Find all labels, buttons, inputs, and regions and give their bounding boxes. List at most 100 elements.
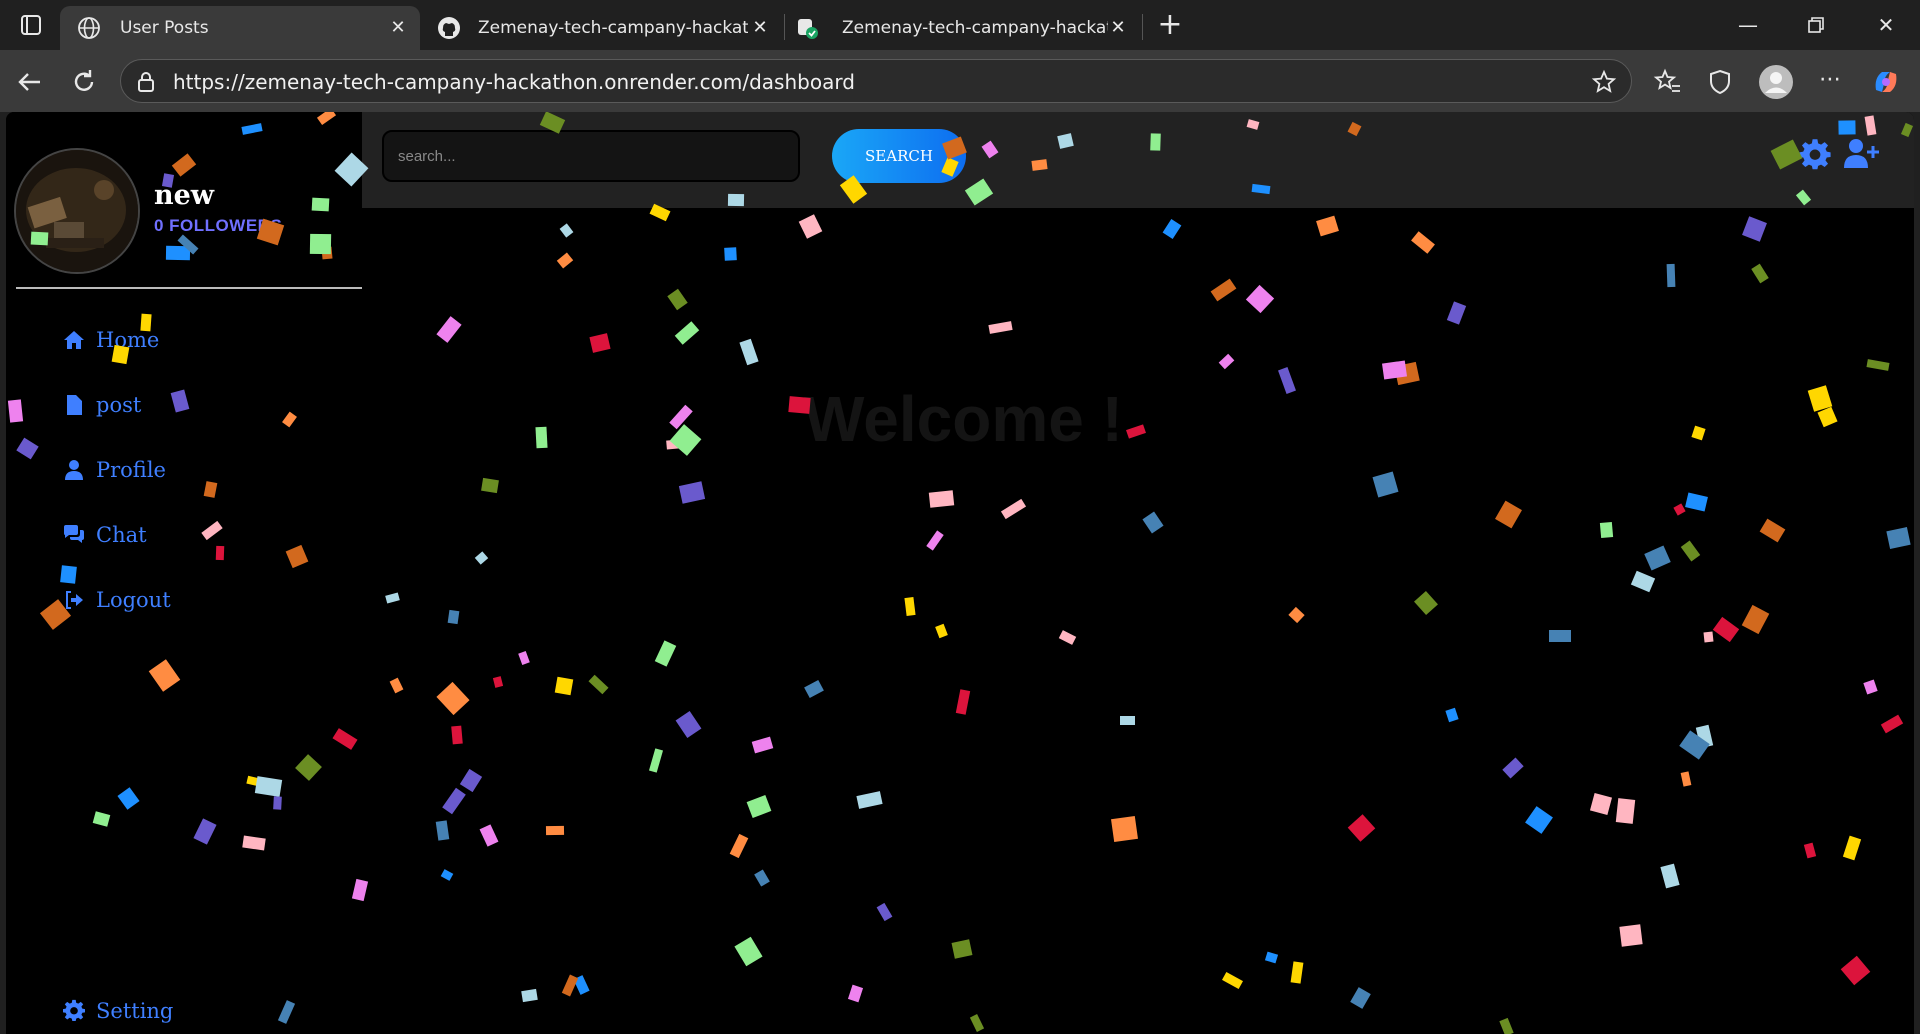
confetti-piece — [669, 424, 702, 456]
confetti-piece — [1880, 714, 1904, 734]
sidebar-item-post[interactable]: post — [62, 393, 141, 417]
restore-icon[interactable] — [1796, 8, 1836, 42]
confetti-piece — [856, 791, 883, 809]
confetti-piece — [1660, 863, 1680, 889]
confetti-piece — [1058, 630, 1077, 645]
confetti-piece — [521, 988, 538, 1003]
confetti-piece — [589, 333, 611, 353]
confetti-piece — [804, 679, 824, 699]
confetti-piece — [479, 824, 499, 847]
confetti-piece — [556, 252, 574, 269]
confetti-piece — [535, 426, 548, 449]
sidebar-item-profile[interactable]: Profile — [62, 458, 166, 482]
confetti-piece — [436, 316, 462, 343]
confetti-piece — [1866, 359, 1890, 371]
gear-icon[interactable] — [1798, 138, 1832, 172]
confetti-piece — [492, 676, 504, 688]
favorites-icon[interactable] — [1650, 64, 1686, 100]
more-options-icon[interactable]: ⋯ — [1812, 64, 1848, 100]
confetti-piece — [1703, 631, 1714, 643]
new-tab-icon[interactable]: + — [1150, 8, 1190, 42]
confetti-piece — [440, 869, 454, 881]
confetti-piece — [1495, 500, 1522, 529]
sidebar-item-label: Profile — [96, 458, 166, 482]
sidebar-item-setting[interactable]: Setting — [62, 999, 173, 1023]
tab-github[interactable]: Zemenay-tech-campany-hackath ✕ — [426, 6, 782, 50]
confetti-piece — [518, 650, 530, 666]
confetti-piece — [1411, 231, 1435, 254]
followers-count: 0 FOLLOWERS — [154, 216, 283, 235]
back-icon[interactable] — [12, 64, 48, 100]
user-icon — [65, 460, 83, 480]
search-button[interactable]: SEARCH — [832, 129, 966, 183]
confetti-piece — [1126, 424, 1146, 439]
tab-separator — [784, 14, 785, 40]
sidebar-item-label: Home — [96, 328, 160, 352]
confetti-piece — [1162, 219, 1182, 239]
confetti-piece — [754, 869, 770, 887]
comments-icon — [64, 525, 84, 543]
confetti-piece — [1350, 987, 1371, 1009]
confetti-piece — [904, 597, 916, 616]
search-input[interactable] — [382, 130, 800, 182]
lock-icon[interactable] — [135, 70, 157, 98]
confetti-piece — [1111, 815, 1138, 843]
confetti-piece — [724, 247, 737, 261]
globe-icon — [76, 15, 102, 41]
confetti-piece — [751, 736, 774, 754]
refresh-icon[interactable] — [66, 64, 102, 100]
avatar[interactable] — [14, 148, 140, 274]
confetti-piece — [1741, 604, 1770, 635]
confetti-piece — [1218, 353, 1235, 370]
profile-avatar-icon[interactable] — [1758, 64, 1794, 100]
url-text[interactable]: https://zemenay-tech-campany-hackathon.o… — [173, 70, 855, 94]
add-friend-icon[interactable] — [1842, 136, 1882, 172]
home-icon — [64, 331, 84, 349]
sidebar-item-chat[interactable]: Chat — [62, 523, 147, 547]
confetti-piece — [1142, 511, 1164, 534]
sidebar-item-label: Chat — [96, 523, 147, 547]
tab-render[interactable]: Zemenay-tech-campany-hackath ✕ — [790, 6, 1140, 50]
confetti-piece — [1347, 814, 1376, 842]
confetti-piece — [588, 674, 609, 695]
confetti-piece — [389, 677, 404, 694]
shield-icon[interactable] — [1702, 64, 1738, 100]
github-icon — [436, 15, 462, 41]
close-tab-icon[interactable]: ✕ — [750, 18, 770, 38]
confetti-piece — [1414, 590, 1438, 616]
confetti-piece — [436, 681, 470, 716]
confetti-piece — [1525, 806, 1553, 834]
confetti-piece — [1751, 263, 1769, 284]
tab-title: Zemenay-tech-campany-hackath — [842, 18, 1108, 38]
sidebar-item-home[interactable]: Home — [62, 328, 159, 352]
confetti-piece — [1863, 679, 1878, 695]
address-bar[interactable]: https://zemenay-tech-campany-hackathon.o… — [120, 59, 1632, 103]
copilot-icon[interactable] — [1868, 64, 1904, 100]
confetti-piece — [669, 404, 693, 430]
favorite-star-icon[interactable] — [1591, 69, 1617, 99]
confetti-piece — [1372, 471, 1399, 498]
confetti-piece — [1691, 425, 1706, 441]
gear-icon — [63, 999, 85, 1022]
web-page: new 0 FOLLOWERS Home post Profile Chat L… — [6, 112, 1914, 1034]
tab-title: User Posts — [120, 18, 209, 38]
confetti-piece — [435, 820, 450, 841]
confetti-piece — [1673, 503, 1686, 516]
close-tab-icon[interactable]: ✕ — [388, 18, 408, 38]
confetti-piece — [1840, 955, 1871, 986]
tab-actions-icon[interactable] — [16, 10, 46, 40]
close-tab-icon[interactable]: ✕ — [1108, 18, 1128, 38]
confetti-piece — [1120, 716, 1135, 725]
tab-user-posts[interactable]: User Posts ✕ — [60, 6, 420, 50]
confetti-piece — [1615, 798, 1636, 824]
confetti-piece — [675, 711, 702, 738]
confetti-piece — [1589, 792, 1613, 816]
close-window-icon[interactable]: ✕ — [1866, 8, 1906, 42]
minimize-icon[interactable]: — — [1728, 8, 1768, 42]
confetti-piece — [926, 530, 944, 551]
confetti-piece — [1316, 215, 1339, 237]
confetti-piece — [1666, 263, 1676, 288]
confetti-piece — [554, 676, 574, 696]
confetti-piece — [481, 477, 499, 494]
sidebar-item-logout[interactable]: Logout — [62, 588, 171, 612]
